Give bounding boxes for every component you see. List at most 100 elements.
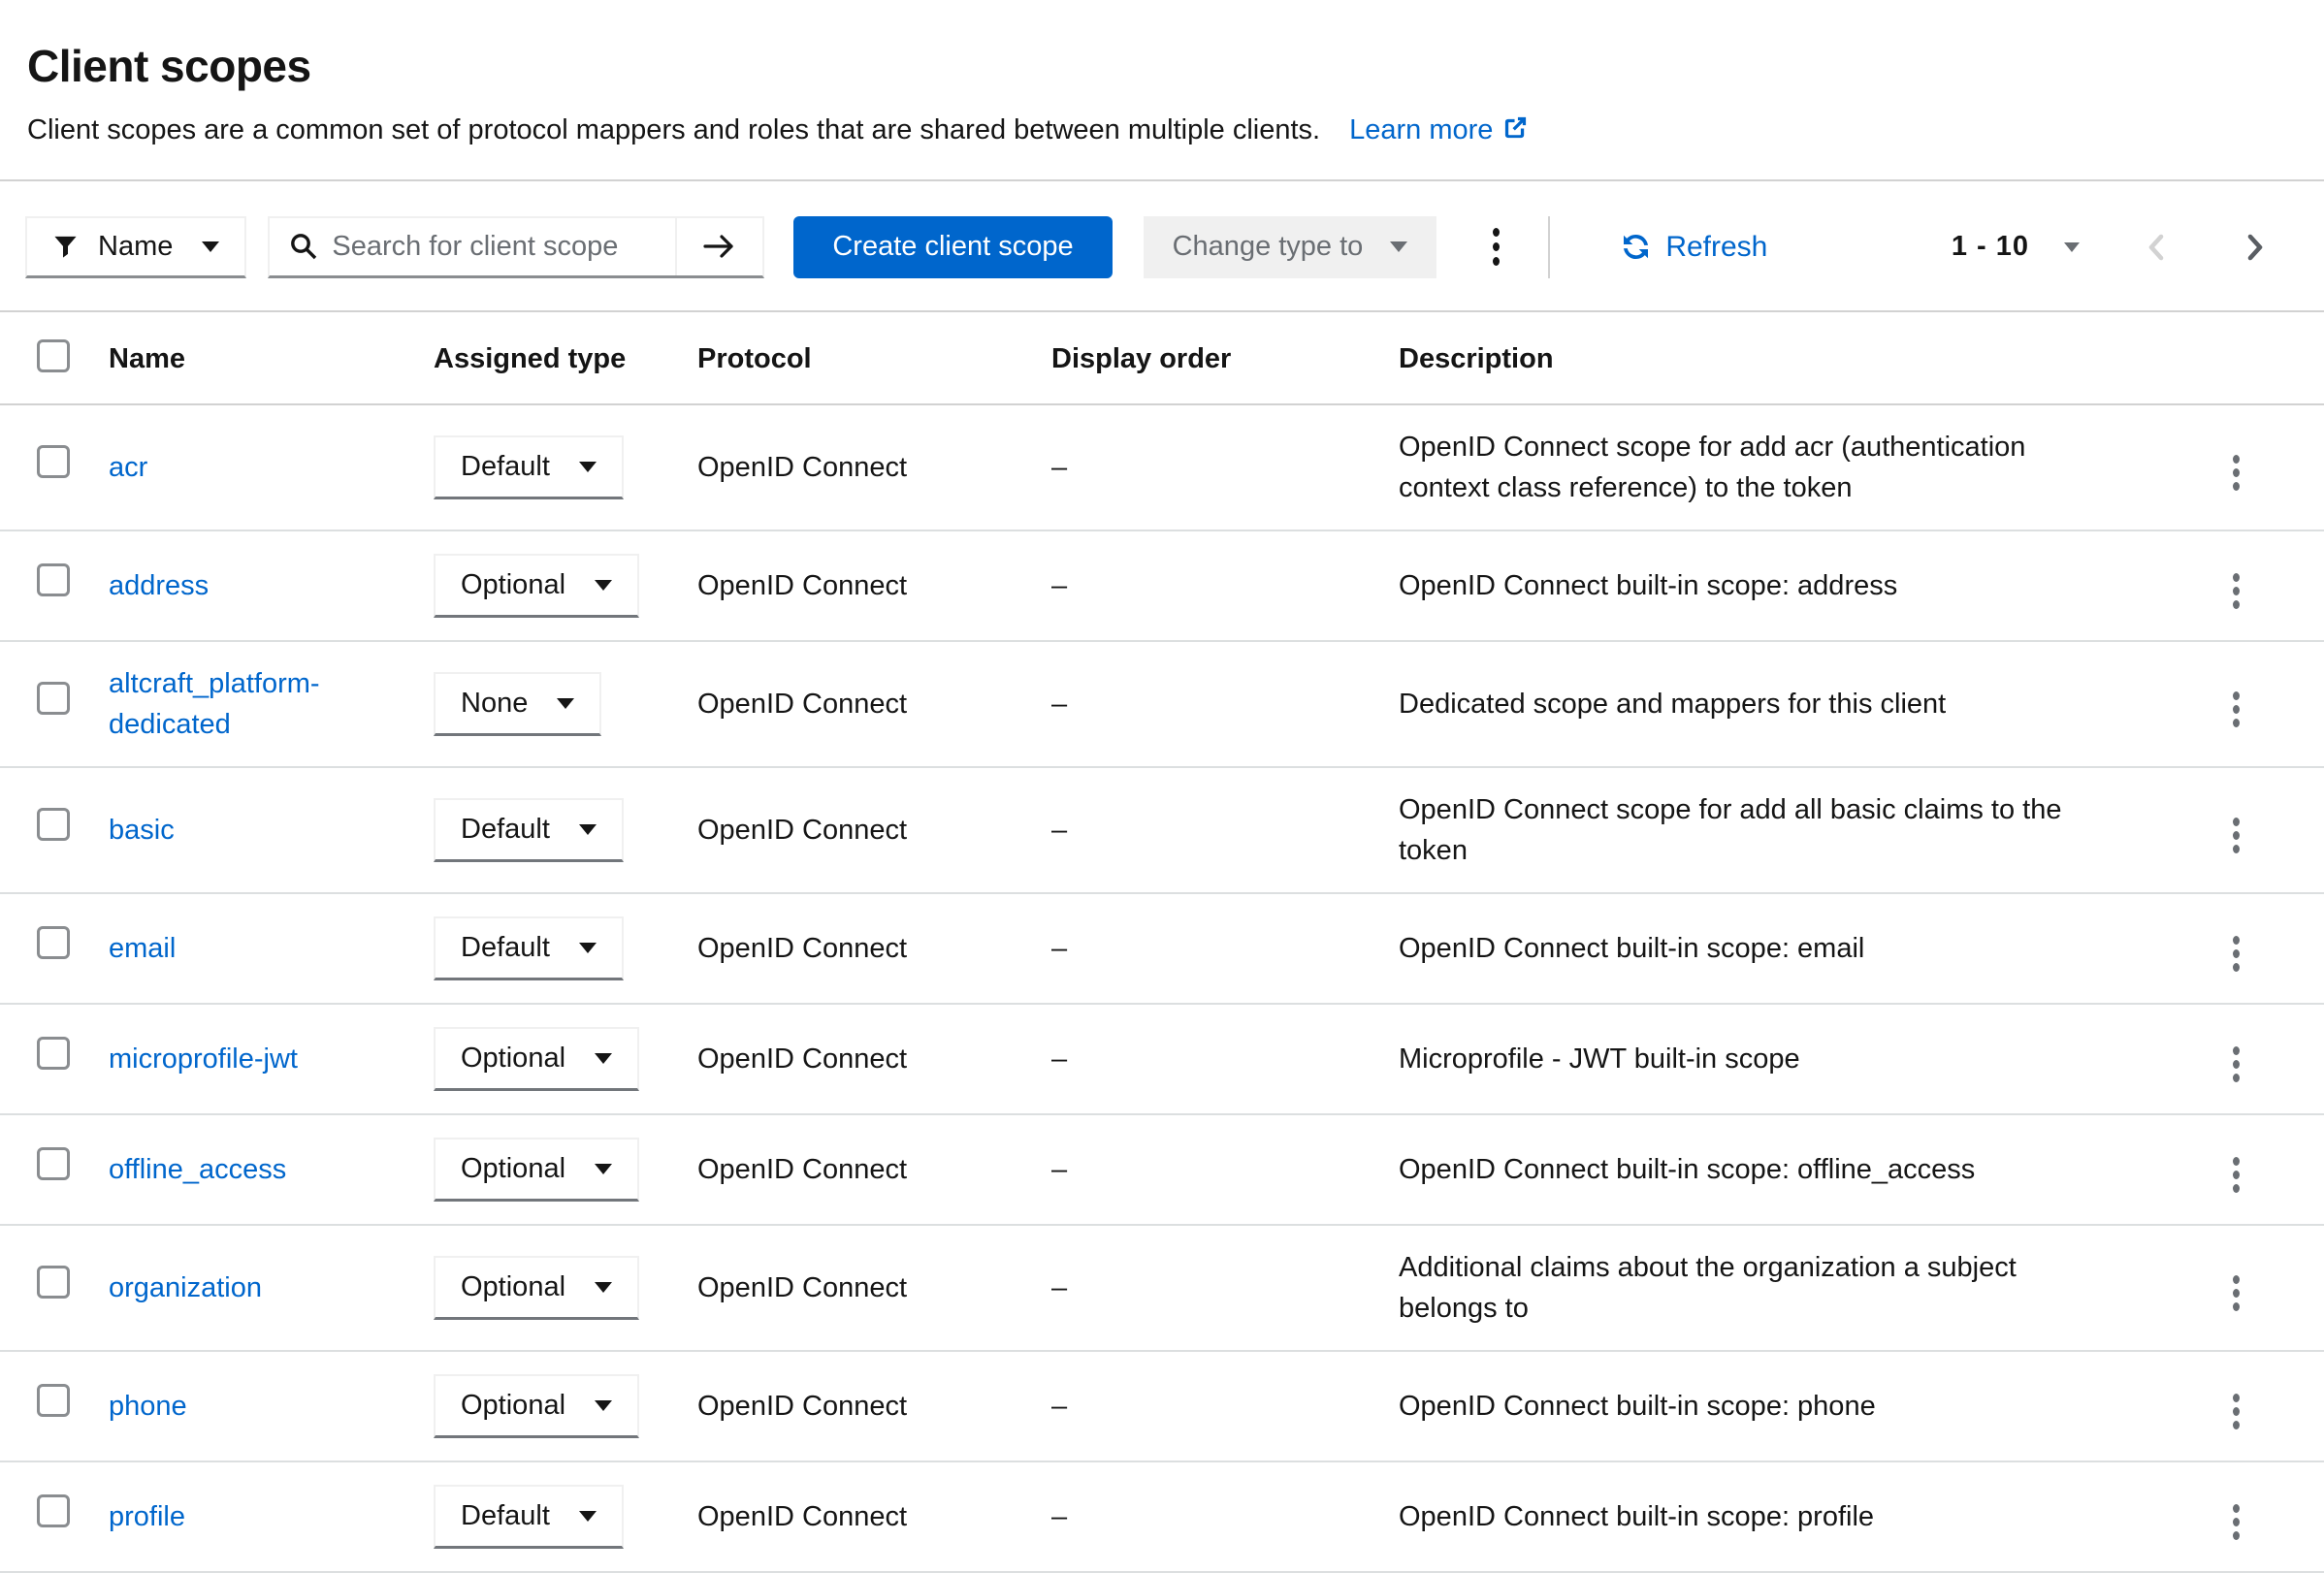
- assigned-type-select[interactable]: Optional: [434, 1027, 639, 1091]
- search-group: [268, 216, 764, 278]
- protocol-cell: OpenID Connect: [682, 1114, 1036, 1225]
- chevron-down-icon: [595, 1400, 612, 1411]
- row-checkbox[interactable]: [37, 1384, 70, 1417]
- scope-name-link[interactable]: acr: [109, 452, 147, 483]
- row-kebab-button[interactable]: [2217, 1266, 2255, 1321]
- display-order-cell: –: [1036, 767, 1383, 893]
- assigned-type-select[interactable]: Default: [434, 1485, 624, 1549]
- row-kebab-button[interactable]: [2217, 563, 2255, 619]
- toolbar-left: Name Create client scope Change type to …: [25, 216, 1773, 278]
- protocol-cell: OpenID Connect: [682, 893, 1036, 1004]
- assigned-type-value: Optional: [461, 1271, 565, 1303]
- scope-name-link[interactable]: email: [109, 933, 176, 964]
- select-all-checkbox[interactable]: [37, 339, 70, 372]
- description-cell: OpenID Connect built-in scope: email: [1383, 893, 2149, 1004]
- assigned-type-value: Optional: [461, 569, 565, 601]
- chevron-down-icon: [579, 824, 597, 835]
- search-type-label: Name: [98, 231, 173, 263]
- scope-name-link[interactable]: address: [109, 570, 209, 601]
- display-order-cell: –: [1036, 1351, 1383, 1461]
- chevron-down-icon: [595, 1282, 612, 1293]
- assigned-type-value: None: [461, 688, 528, 720]
- scope-name-link[interactable]: phone: [109, 1391, 187, 1422]
- column-header-description: Description: [1383, 311, 2149, 404]
- next-page-button[interactable]: [2235, 227, 2276, 268]
- assigned-type-select[interactable]: Optional: [434, 554, 639, 618]
- assigned-type-select[interactable]: Default: [434, 916, 624, 980]
- angle-left-icon: [2146, 233, 2167, 262]
- row-checkbox[interactable]: [37, 1037, 70, 1070]
- description-cell: Microprofile - JWT built-in scope: [1383, 1004, 2149, 1114]
- filter-funnel-icon: [52, 234, 79, 260]
- description-cell: Dedicated scope and mappers for this cli…: [1383, 641, 2149, 767]
- chevron-down-icon: [2064, 242, 2080, 252]
- assigned-type-select[interactable]: Optional: [434, 1256, 639, 1320]
- change-type-label: Change type to: [1173, 231, 1364, 263]
- previous-page-button[interactable]: [2136, 227, 2177, 268]
- column-header-actions: [2149, 311, 2324, 404]
- assigned-type-select[interactable]: Default: [434, 798, 624, 862]
- search-submit-button[interactable]: [675, 218, 762, 275]
- row-kebab-button[interactable]: [2217, 445, 2255, 500]
- table-row: profile Default OpenID Connect – OpenID …: [0, 1461, 2324, 1572]
- scope-name-link[interactable]: microprofile-jwt: [109, 1043, 298, 1075]
- row-kebab-button[interactable]: [2217, 1037, 2255, 1092]
- assigned-type-select[interactable]: None: [434, 672, 601, 736]
- scope-name-link[interactable]: profile: [109, 1501, 185, 1532]
- row-kebab-button[interactable]: [2217, 682, 2255, 737]
- table-row: altcraft_platform-dedicated None OpenID …: [0, 641, 2324, 767]
- pagination-range: 1 - 10: [1952, 231, 2029, 263]
- description-cell: OpenID Connect scope for add acr (authen…: [1383, 404, 2149, 530]
- table-row: microprofile-jwt Optional OpenID Connect…: [0, 1004, 2324, 1114]
- assigned-type-value: Default: [461, 814, 550, 846]
- display-order-cell: –: [1036, 530, 1383, 641]
- row-kebab-button[interactable]: [2217, 1147, 2255, 1203]
- table-row: offline_access Optional OpenID Connect –…: [0, 1114, 2324, 1225]
- search-input[interactable]: [332, 231, 675, 263]
- display-order-cell: –: [1036, 641, 1383, 767]
- row-checkbox[interactable]: [37, 563, 70, 596]
- angle-right-icon: [2244, 233, 2266, 262]
- assigned-type-select[interactable]: Optional: [434, 1374, 639, 1438]
- display-order-cell: –: [1036, 1225, 1383, 1351]
- table-row: phone Optional OpenID Connect – OpenID C…: [0, 1351, 2324, 1461]
- table-row: acr Default OpenID Connect – OpenID Conn…: [0, 404, 2324, 530]
- row-checkbox[interactable]: [37, 926, 70, 959]
- scope-name-link[interactable]: organization: [109, 1272, 262, 1303]
- row-checkbox[interactable]: [37, 1266, 70, 1299]
- row-kebab-button[interactable]: [2217, 1384, 2255, 1439]
- learn-more-link[interactable]: Learn more: [1349, 114, 1529, 145]
- column-header-assigned-type: Assigned type: [418, 311, 682, 404]
- row-checkbox[interactable]: [37, 808, 70, 841]
- assigned-type-value: Default: [461, 1500, 550, 1532]
- assigned-type-value: Optional: [461, 1390, 565, 1422]
- search-type-dropdown[interactable]: Name: [25, 216, 246, 278]
- pagination-range-dropdown[interactable]: 1 - 10: [1946, 230, 2085, 264]
- row-checkbox[interactable]: [37, 1494, 70, 1527]
- table-row: basic Default OpenID Connect – OpenID Co…: [0, 767, 2324, 893]
- row-checkbox[interactable]: [37, 682, 70, 715]
- protocol-cell: OpenID Connect: [682, 1461, 1036, 1572]
- chevron-down-icon: [557, 698, 574, 709]
- scope-name-link[interactable]: altcraft_platform-dedicated: [109, 668, 320, 740]
- create-client-scope-button[interactable]: Create client scope: [793, 216, 1112, 278]
- row-kebab-button[interactable]: [2217, 926, 2255, 981]
- row-checkbox[interactable]: [37, 445, 70, 478]
- scope-name-link[interactable]: offline_access: [109, 1154, 286, 1185]
- client-scopes-table: Name Assigned type Protocol Display orde…: [0, 310, 2324, 1573]
- display-order-cell: –: [1036, 1004, 1383, 1114]
- search-icon: [289, 232, 318, 261]
- row-checkbox[interactable]: [37, 1147, 70, 1180]
- scope-name-link[interactable]: basic: [109, 815, 175, 846]
- toolbar-kebab-button[interactable]: [1477, 218, 1515, 275]
- assigned-type-select[interactable]: Default: [434, 435, 624, 499]
- change-type-dropdown[interactable]: Change type to: [1144, 216, 1437, 278]
- refresh-label: Refresh: [1665, 231, 1767, 264]
- chevron-down-icon: [579, 1511, 597, 1522]
- row-kebab-button[interactable]: [2217, 1494, 2255, 1550]
- protocol-cell: OpenID Connect: [682, 1004, 1036, 1114]
- row-kebab-button[interactable]: [2217, 808, 2255, 863]
- assigned-type-select[interactable]: Optional: [434, 1138, 639, 1202]
- refresh-button[interactable]: Refresh: [1614, 230, 1773, 265]
- protocol-cell: OpenID Connect: [682, 767, 1036, 893]
